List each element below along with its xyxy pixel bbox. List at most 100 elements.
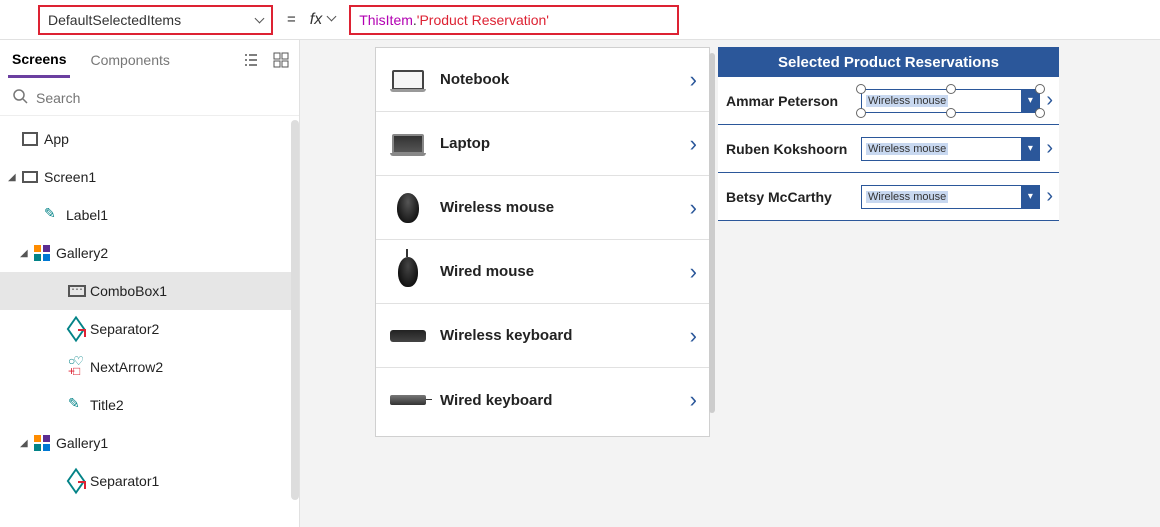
tree-tabs: Screens Components <box>0 40 299 80</box>
grid-view-icon[interactable] <box>271 50 291 70</box>
label-icon <box>68 397 84 413</box>
tree-node-screen1[interactable]: ◢ Screen1 <box>0 158 299 196</box>
tree-node-app[interactable]: App <box>0 120 299 158</box>
chevron-down-icon <box>328 13 335 26</box>
tab-screens[interactable]: Screens <box>8 43 70 78</box>
tree-node-gallery2[interactable]: ◢ Gallery2 <box>0 234 299 272</box>
tree-view-options-icon[interactable] <box>241 50 261 70</box>
tree-label: Label1 <box>66 207 108 223</box>
tree-label: Gallery2 <box>56 245 108 261</box>
tree-label: ComboBox1 <box>90 283 167 299</box>
product-item[interactable]: Wired mouse› <box>376 240 709 304</box>
product-name: Laptop <box>440 135 690 152</box>
tab-components[interactable]: Components <box>86 44 173 76</box>
combobox-selected-value: Wireless mouse <box>866 191 948 203</box>
gallery-icon <box>34 435 50 451</box>
tree-node-label1[interactable]: Label1 <box>0 196 299 234</box>
product-image <box>388 124 428 164</box>
tree-view-pane: Screens Components App ◢ <box>0 40 300 527</box>
product-item[interactable]: Wireless keyboard› <box>376 304 709 368</box>
gallery1-products[interactable]: Notebook›Laptop›Wireless mouse›Wired mou… <box>375 47 710 437</box>
chevron-right-icon[interactable]: › <box>690 387 697 413</box>
chevron-down-icon[interactable]: ▾ <box>1021 186 1039 208</box>
resize-handle[interactable] <box>856 84 866 94</box>
label-icon <box>44 207 60 223</box>
resize-handle[interactable] <box>856 108 866 118</box>
combobox-selected-value: Wireless mouse <box>866 95 948 107</box>
tree-scrollbar[interactable] <box>291 120 299 500</box>
tree-label: App <box>44 131 69 147</box>
app-icon <box>22 132 38 146</box>
reservation-item: Ruben Kokshoorn Wireless mouse ▾ › <box>718 125 1059 173</box>
search-icon <box>12 88 28 107</box>
property-name: DefaultSelectedItems <box>48 12 181 28</box>
reservation-item: Ammar PetersonWireless mouse▾ › <box>718 77 1059 125</box>
tree-label: Separator1 <box>90 473 159 489</box>
canvas[interactable]: Notebook›Laptop›Wireless mouse›Wired mou… <box>300 40 1160 527</box>
reservations-header: Selected Product Reservations <box>718 47 1059 77</box>
chevron-right-icon[interactable]: › <box>690 131 697 157</box>
tree-node-nextarrow2[interactable]: NextArrow2 <box>0 348 299 386</box>
chevron-down-icon <box>256 12 263 28</box>
reservation-item: Betsy McCarthy Wireless mouse ▾ › <box>718 173 1059 221</box>
product-image <box>388 316 428 356</box>
tree-node-separator2[interactable]: Separator2 <box>0 310 299 348</box>
product-name: Wired mouse <box>440 263 690 280</box>
resize-handle[interactable] <box>1035 84 1045 94</box>
reservation-person: Betsy McCarthy <box>726 189 861 205</box>
chevron-right-icon[interactable]: › <box>690 67 697 93</box>
resize-handle[interactable] <box>1035 108 1045 118</box>
tree-node-title2[interactable]: Title2 <box>0 386 299 424</box>
tree-view: App ◢ Screen1 Label1 ◢ Gallery2 ComboBox… <box>0 116 299 527</box>
formula-bar: DefaultSelectedItems = fx ThisItem.'Prod… <box>0 0 1160 40</box>
product-image <box>388 60 428 100</box>
equals-sign: = <box>287 11 296 28</box>
screen-icon <box>22 171 38 183</box>
tree-node-combobox1[interactable]: ComboBox1 <box>0 272 299 310</box>
product-name: Notebook <box>440 71 690 88</box>
chevron-right-icon[interactable]: › <box>690 323 697 349</box>
chevron-right-icon[interactable]: › <box>1046 185 1053 208</box>
gallery-icon <box>34 245 50 261</box>
tree-label: NextArrow2 <box>90 359 163 375</box>
product-name: Wireless keyboard <box>440 327 690 344</box>
product-item[interactable]: Wired keyboard› <box>376 368 709 432</box>
property-dropdown[interactable]: DefaultSelectedItems <box>38 5 273 35</box>
formula-input[interactable]: ThisItem.'Product Reservation' <box>349 5 679 35</box>
tree-node-separator1[interactable]: Separator1 <box>0 462 299 500</box>
chevron-right-icon[interactable]: › <box>1046 89 1053 112</box>
fx-button[interactable]: fx <box>310 11 335 29</box>
chevron-down-icon[interactable]: ▾ <box>1021 138 1039 160</box>
formula-bar-remainder[interactable] <box>679 5 1152 35</box>
reservation-combobox[interactable]: Wireless mouse ▾ <box>861 137 1040 161</box>
reservation-person: Ruben Kokshoorn <box>726 141 861 157</box>
product-item[interactable]: Notebook› <box>376 48 709 112</box>
tree-label: Gallery1 <box>56 435 108 451</box>
formula-token-thisitem: ThisItem <box>359 12 413 28</box>
fx-label: fx <box>310 11 322 29</box>
separator-icon <box>68 321 84 337</box>
chevron-right-icon[interactable]: › <box>690 195 697 221</box>
product-image <box>388 252 428 292</box>
chevron-right-icon[interactable]: › <box>1046 137 1053 160</box>
tree-label: Separator2 <box>90 321 159 337</box>
product-name: Wireless mouse <box>440 199 690 216</box>
reservation-combobox[interactable]: Wireless mouse ▾ <box>861 185 1040 209</box>
combobox-icon <box>68 285 86 297</box>
product-image <box>388 380 428 420</box>
product-image <box>388 188 428 228</box>
reservation-combobox[interactable]: Wireless mouse▾ <box>861 89 1040 113</box>
chevron-right-icon[interactable]: › <box>690 259 697 285</box>
separator-icon <box>68 473 84 489</box>
resize-handle[interactable] <box>946 108 956 118</box>
search-input[interactable] <box>36 90 287 106</box>
product-item[interactable]: Laptop› <box>376 112 709 176</box>
product-item[interactable]: Wireless mouse› <box>376 176 709 240</box>
tree-label: Title2 <box>90 397 124 413</box>
tree-node-gallery1[interactable]: ◢ Gallery1 <box>0 424 299 462</box>
nextarrow-icon <box>68 359 84 375</box>
reservation-person: Ammar Peterson <box>726 93 861 109</box>
gallery2-reservations: Selected Product Reservations Ammar Pete… <box>718 47 1059 437</box>
resize-handle[interactable] <box>946 84 956 94</box>
combobox-selected-value: Wireless mouse <box>866 143 948 155</box>
